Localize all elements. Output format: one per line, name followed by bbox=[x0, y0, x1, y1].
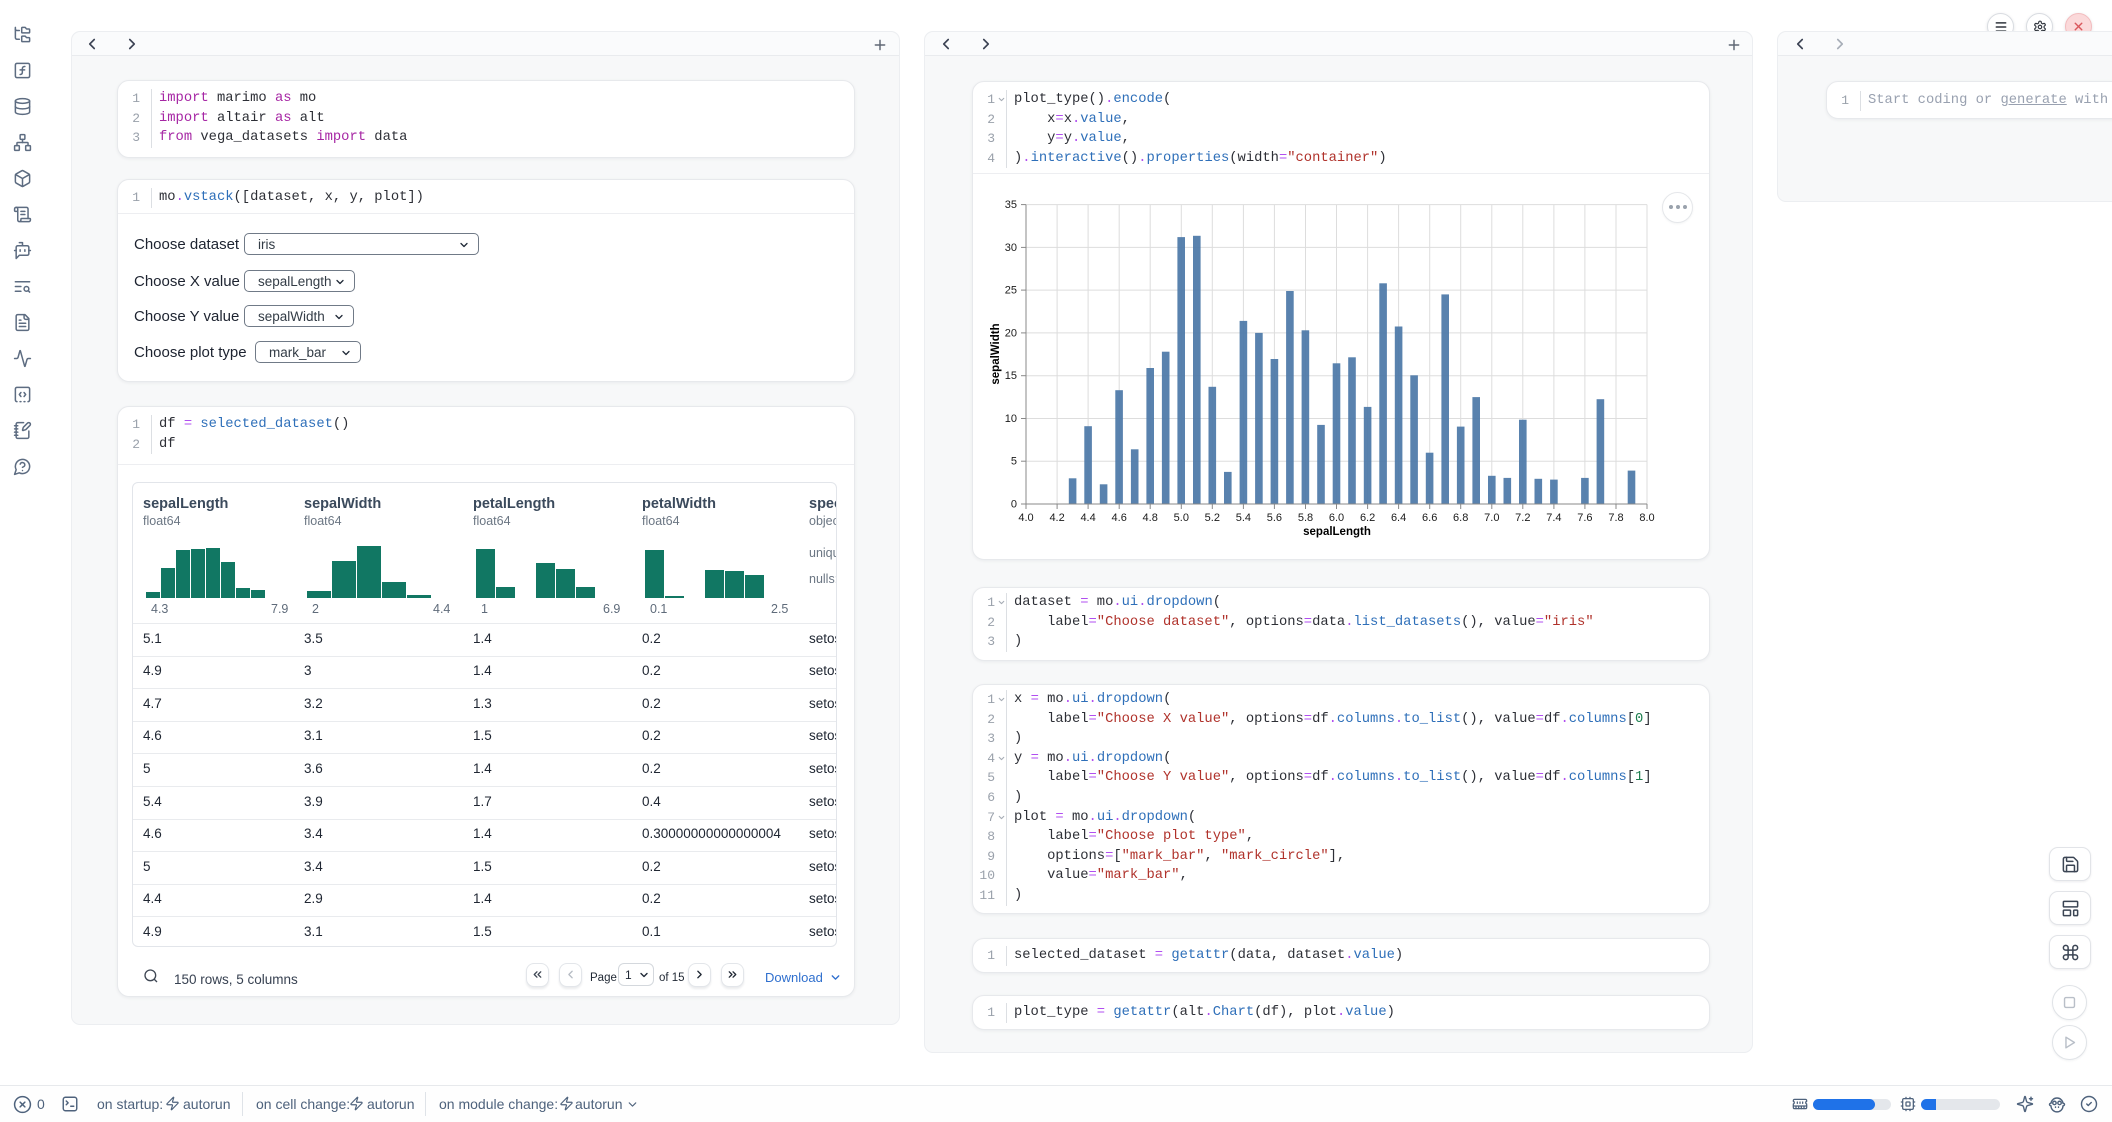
svg-text:5.0: 5.0 bbox=[1174, 512, 1189, 524]
svg-text:5.6: 5.6 bbox=[1267, 512, 1282, 524]
svg-text:5.4: 5.4 bbox=[1236, 512, 1251, 524]
svg-text:6.2: 6.2 bbox=[1360, 512, 1375, 524]
svg-text:7.4: 7.4 bbox=[1546, 512, 1561, 524]
svg-text:5.2: 5.2 bbox=[1205, 512, 1220, 524]
svg-text:sepalLength: sepalLength bbox=[1303, 526, 1371, 538]
svg-text:15: 15 bbox=[1005, 370, 1017, 382]
svg-text:7.2: 7.2 bbox=[1515, 512, 1530, 524]
svg-text:4.0: 4.0 bbox=[1018, 512, 1033, 524]
svg-text:8.0: 8.0 bbox=[1639, 512, 1654, 524]
svg-text:25: 25 bbox=[1005, 285, 1017, 297]
svg-text:sepalWidth: sepalWidth bbox=[990, 323, 1002, 384]
svg-text:4.8: 4.8 bbox=[1143, 512, 1158, 524]
svg-text:5: 5 bbox=[1011, 456, 1017, 468]
svg-text:7.0: 7.0 bbox=[1484, 512, 1499, 524]
svg-text:6.4: 6.4 bbox=[1391, 512, 1406, 524]
svg-text:20: 20 bbox=[1005, 327, 1017, 339]
svg-text:6.8: 6.8 bbox=[1453, 512, 1468, 524]
svg-text:0: 0 bbox=[1011, 499, 1017, 511]
svg-text:7.8: 7.8 bbox=[1608, 512, 1623, 524]
svg-text:6.6: 6.6 bbox=[1422, 512, 1437, 524]
svg-text:4.4: 4.4 bbox=[1080, 512, 1095, 524]
svg-text:5.8: 5.8 bbox=[1298, 512, 1313, 524]
svg-text:30: 30 bbox=[1005, 242, 1017, 254]
svg-text:4.6: 4.6 bbox=[1112, 512, 1127, 524]
svg-text:6.0: 6.0 bbox=[1329, 512, 1344, 524]
svg-text:10: 10 bbox=[1005, 413, 1017, 425]
svg-text:7.6: 7.6 bbox=[1577, 512, 1592, 524]
svg-text:35: 35 bbox=[1005, 199, 1017, 211]
svg-text:4.2: 4.2 bbox=[1049, 512, 1064, 524]
